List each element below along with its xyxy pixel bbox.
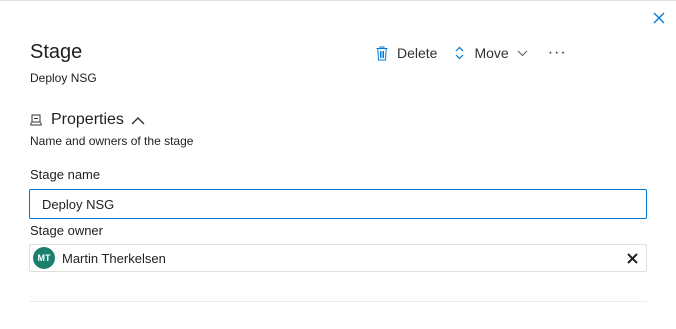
stage-name-label: Stage name [30,167,101,182]
panel-title: Stage [30,41,83,63]
divider [30,301,647,302]
panel-subtitle: Deploy NSG [30,71,97,85]
close-icon [626,252,638,264]
chevron-down-icon [517,50,528,56]
stage-panel: Stage Deploy NSG Delete Move ··· Propert… [0,0,676,329]
stage-name-input[interactable] [29,189,647,219]
toolbar: Delete Move ··· [373,42,567,64]
stage-owner-label: Stage owner [30,223,103,238]
move-label: Move [474,45,509,61]
up-down-arrows-icon [456,46,464,60]
delete-label: Delete [397,45,438,61]
delete-button[interactable]: Delete [373,42,437,64]
close-panel-button[interactable] [648,8,670,28]
remove-owner-button[interactable] [625,251,639,265]
more-actions-button[interactable]: ··· [548,42,567,64]
properties-section-header[interactable]: Properties [30,110,145,130]
move-button[interactable]: Move [455,42,528,64]
close-icon [653,12,665,24]
stage-icon [30,114,42,125]
chevron-up-icon[interactable] [131,116,145,125]
stage-owner-picker[interactable]: MT Martin Therkelsen [29,244,647,272]
trash-icon [376,46,388,60]
avatar: MT [33,247,55,269]
properties-description: Name and owners of the stage [30,134,194,148]
properties-title: Properties [51,111,124,128]
owner-name: Martin Therkelsen [62,250,166,266]
